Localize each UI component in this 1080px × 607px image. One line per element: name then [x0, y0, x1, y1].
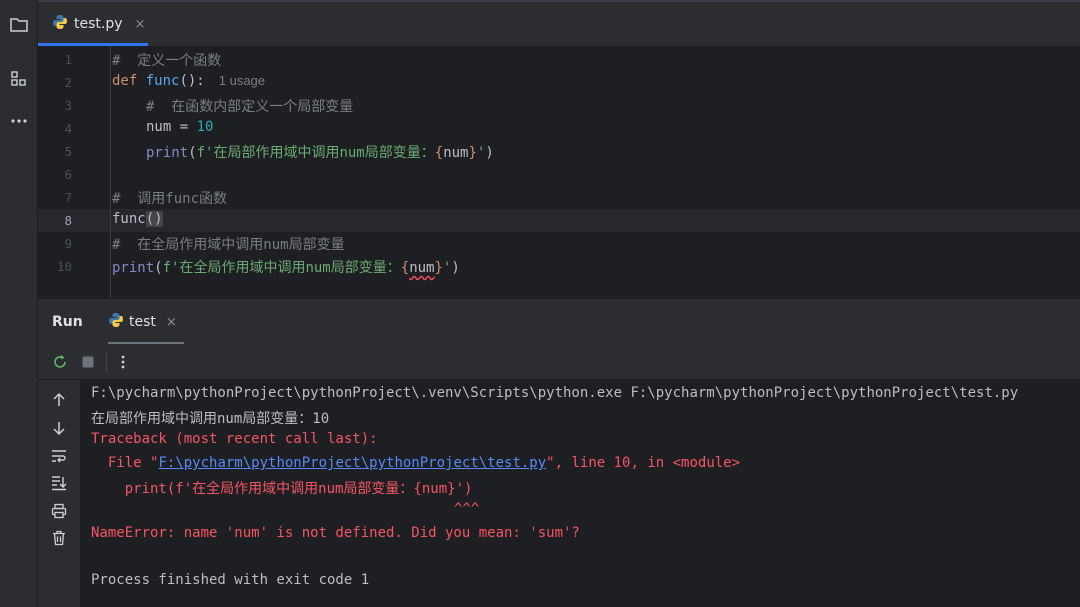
traceback-caret-line: ^^^ [454, 501, 480, 517]
traceback-file-suffix: ", line 10, in <module> [546, 455, 741, 471]
print-icon[interactable] [49, 501, 69, 521]
more-icon[interactable] [7, 109, 31, 133]
code-line: 1 # 定义一个函数 [38, 48, 1080, 71]
line-number: 6 [64, 167, 72, 182]
variable: num [146, 119, 172, 135]
punctuation: (): [179, 73, 205, 89]
code-text: def func(): 1 usage [112, 73, 265, 89]
string-literal: 在全局作用域中调用num局部变量： [179, 260, 401, 276]
code-line: 2 def func(): 1 usage [38, 71, 1080, 94]
operator: = [171, 119, 197, 135]
tab-test-py[interactable]: test.py × [38, 2, 148, 46]
traceback-header: Traceback (most recent call last): [91, 431, 378, 447]
scroll-up-icon[interactable] [49, 390, 69, 410]
code-text: func() [112, 211, 163, 227]
comment: # 在函数内部定义一个局部变量 [146, 99, 354, 115]
code-line: 7 # 调用func函数 [38, 186, 1080, 209]
console-output[interactable]: F:\pycharm\pythonProject\pythonProject\.… [80, 380, 1080, 607]
code-line: 6 [38, 163, 1080, 186]
structure-icon[interactable] [7, 67, 31, 91]
code-line: 4 num = 10 [38, 117, 1080, 140]
traceback-code-line: print(f'在全局作用域中调用num局部变量：{num}') [91, 481, 473, 497]
fstring-brace: { [400, 260, 410, 276]
console-side-toolbar [38, 380, 80, 607]
code-line: 3 # 在函数内部定义一个局部变量 [38, 94, 1080, 117]
string-prefix: f' [196, 145, 214, 161]
python-icon [52, 14, 68, 34]
comment: # 调用func函数 [112, 191, 228, 207]
usage-hint[interactable]: 1 usage [219, 73, 265, 88]
editor-tab-bar: test.py × [38, 0, 1080, 46]
process-finished-line: Process finished with exit code 1 [91, 572, 370, 588]
line-number: 10 [56, 259, 72, 274]
console-command-line: F:\pycharm\pythonProject\pythonProject\.… [91, 385, 1019, 401]
comment: # 在全局作用域中调用num局部变量 [112, 237, 345, 253]
fstring-var: num [443, 145, 469, 161]
function-call: func [112, 211, 146, 227]
folder-icon[interactable] [7, 13, 31, 37]
string-prefix: f' [162, 260, 180, 276]
stop-icon[interactable] [78, 352, 98, 372]
clear-icon[interactable] [49, 528, 69, 548]
activity-bar [0, 0, 38, 607]
line-number: 8 [64, 213, 72, 228]
scroll-to-end-icon[interactable] [49, 473, 69, 493]
console-output-line: 在局部作用域中调用num局部变量：10 [91, 411, 330, 427]
file-link[interactable]: F:\pycharm\pythonProject\pythonProject\t… [158, 455, 546, 471]
rerun-icon[interactable] [50, 352, 70, 372]
run-toolbar [38, 344, 1080, 380]
line-number: 5 [64, 144, 72, 159]
traceback-file-line: File "F:\pycharm\pythonProject\pythonPro… [91, 455, 740, 471]
line-number: 9 [64, 236, 72, 251]
tab-label: test.py [74, 16, 123, 32]
line-number: 7 [64, 190, 72, 205]
number-literal: 10 [196, 119, 214, 135]
more-vertical-icon[interactable] [113, 352, 133, 372]
fstring-brace: } [468, 145, 477, 161]
code-editor[interactable]: 1 # 定义一个函数 2 def func(): 1 usage 3 # 在函数内… [38, 46, 1080, 298]
python-icon [108, 312, 124, 332]
close-icon[interactable]: × [135, 17, 146, 32]
paren: ( [145, 211, 155, 227]
run-panel-header: Run test × [38, 298, 1080, 345]
run-tab-test[interactable]: test × [108, 299, 184, 345]
paren: ) [154, 211, 163, 227]
close-icon[interactable]: × [166, 315, 177, 330]
code-text: num = 10 [146, 119, 213, 135]
code-text: print(f'在全局作用域中调用num局部变量：{num}') [112, 257, 460, 277]
paren: ) [451, 260, 460, 276]
code-text: print(f'在局部作用域中调用num局部变量：{num}') [146, 142, 494, 162]
paren: ) [485, 145, 494, 161]
builtin-print: print [146, 145, 189, 161]
paren: ( [188, 145, 197, 161]
error-message: NameError: name 'num' is not defined. Di… [91, 525, 580, 541]
scroll-down-icon[interactable] [49, 418, 69, 438]
code-line: 5 print(f'在局部作用域中调用num局部变量：{num}') [38, 140, 1080, 163]
undefined-variable[interactable]: num [409, 260, 434, 276]
indent-guide [110, 46, 111, 298]
comment: # 定义一个函数 [112, 53, 222, 69]
paren: ( [154, 260, 163, 276]
keyword-def: def [112, 73, 138, 89]
line-number: 2 [64, 75, 72, 90]
soft-wrap-icon[interactable] [49, 446, 69, 466]
traceback-file-prefix: File " [91, 455, 159, 471]
function-name: func [145, 73, 180, 89]
builtin-print: print [112, 260, 155, 276]
code-line: 9 # 在全局作用域中调用num局部变量 [38, 232, 1080, 255]
toolbar-divider [106, 352, 107, 372]
line-number: 3 [64, 98, 72, 113]
code-line: 10 print(f'在全局作用域中调用num局部变量：{num}') [38, 255, 1080, 278]
line-number: 1 [64, 52, 72, 67]
fstring-brace: } [434, 260, 443, 276]
run-tab-label: test [129, 314, 156, 330]
current-code-line: 8 func() [38, 209, 1080, 232]
string-literal: 在局部作用域中调用num局部变量： [213, 145, 435, 161]
line-number: 4 [64, 121, 72, 136]
run-panel-title: Run [52, 314, 83, 330]
fstring-brace: { [434, 145, 444, 161]
